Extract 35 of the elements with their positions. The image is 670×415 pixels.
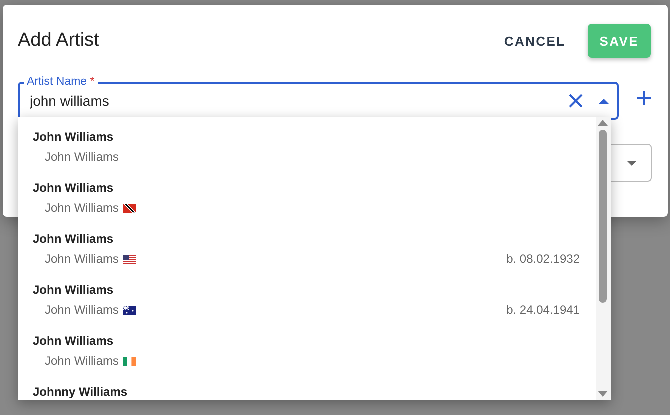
option-title: John Williams xyxy=(33,129,115,145)
option-title: John Williams xyxy=(33,180,115,196)
clear-icon[interactable] xyxy=(569,94,583,108)
caret-down-icon xyxy=(627,160,637,166)
option-title: John Williams xyxy=(33,231,115,247)
option-subtitle: John Williams xyxy=(45,354,120,369)
birth-date: b. 24.04.1941 xyxy=(506,303,580,318)
flag-icon xyxy=(123,255,136,264)
dialog-title: Add Artist xyxy=(18,30,100,52)
flag-icon xyxy=(123,306,136,315)
scrollbar[interactable] xyxy=(596,117,611,400)
option-title: John Williams xyxy=(33,282,115,298)
option-item[interactable]: John Williams John Williams xyxy=(18,325,596,376)
option-item[interactable]: John Williams John Williams xyxy=(18,121,596,172)
artist-name-field[interactable]: Artist Name * john williams xyxy=(18,75,619,120)
scrollbar-thumb[interactable] xyxy=(599,130,607,303)
option-item[interactable]: John Williams John Williams b. 08.02.1932 xyxy=(18,223,596,274)
option-item[interactable]: John Williams John Williams b. 24.04.1941 xyxy=(18,274,596,325)
add-icon[interactable] xyxy=(637,90,651,104)
flag-icon xyxy=(123,204,136,213)
option-item[interactable]: John Williams John Williams xyxy=(18,172,596,223)
option-subtitle: John Williams xyxy=(45,303,120,318)
caret-up-icon[interactable] xyxy=(599,98,609,104)
birth-date: b. 08.02.1932 xyxy=(506,252,580,267)
text-input[interactable]: john williams xyxy=(28,92,559,110)
flag-icon xyxy=(123,357,136,366)
option-title: Johnny Williams xyxy=(33,384,129,400)
option-subtitle: John Williams xyxy=(45,150,120,165)
option-title: John Williams xyxy=(33,333,115,349)
option-subtitle: John Williams xyxy=(45,201,120,216)
scroll-down-icon[interactable] xyxy=(598,391,608,397)
scroll-up-icon[interactable] xyxy=(598,120,608,126)
option-item[interactable]: Johnny Williams xyxy=(18,376,596,400)
option-subtitle: John Williams xyxy=(45,252,120,267)
cancel-button[interactable]: CANCEL xyxy=(492,24,578,58)
